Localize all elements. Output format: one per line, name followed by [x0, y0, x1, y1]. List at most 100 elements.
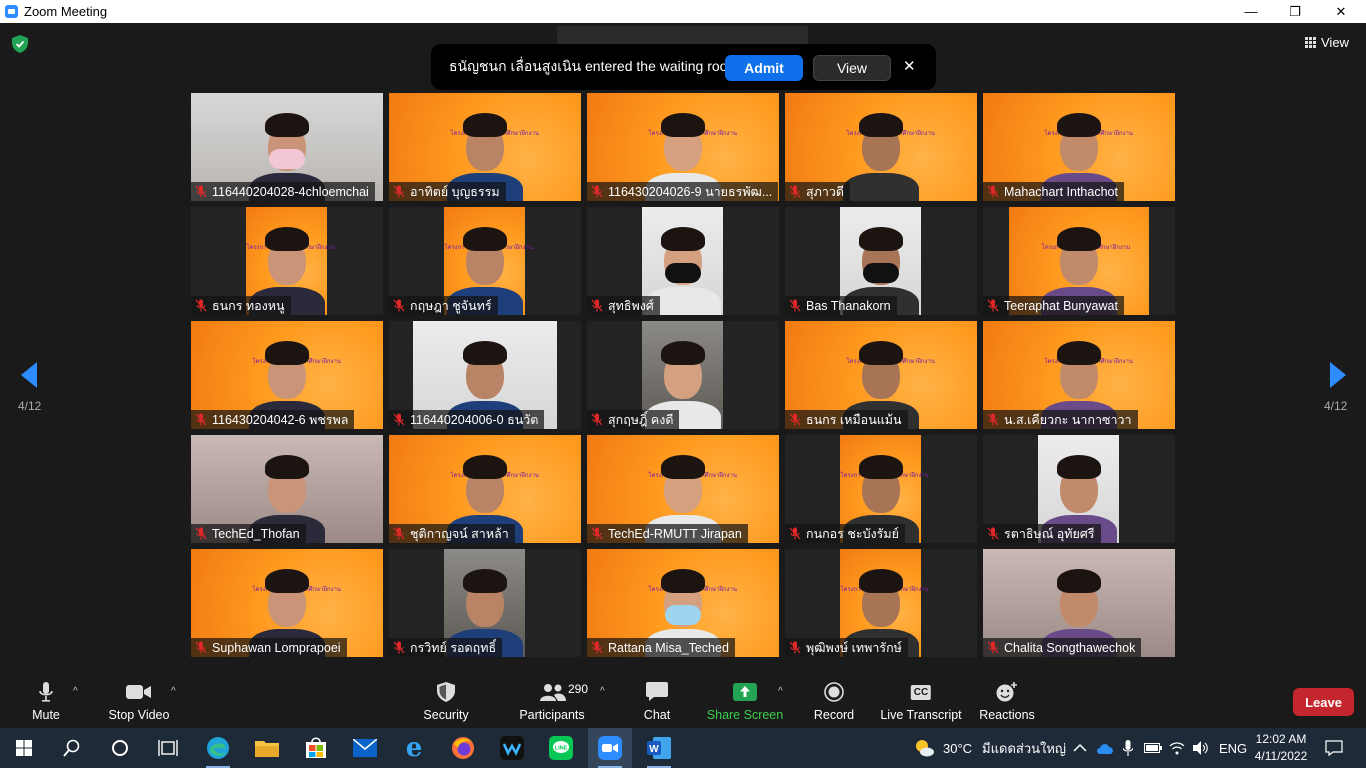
volume-icon[interactable]	[1193, 728, 1209, 768]
participant-name-bar: Chalita Songthawechok	[983, 638, 1142, 657]
reactions-button[interactable]: Reactions	[979, 676, 1035, 728]
participant-name-bar: สุกฤษฎิ์ คงดี	[587, 410, 680, 429]
battery-icon[interactable]	[1144, 728, 1162, 768]
edge-browser-icon[interactable]	[196, 728, 240, 768]
view-button[interactable]: View	[1305, 35, 1349, 50]
chat-button[interactable]: Chat	[641, 676, 673, 728]
participant-name-bar: รตาธิษณ์ อุทัยศรี	[983, 524, 1101, 543]
participant-tile[interactable]: โครงการปฐมนิเทศนักศึกษาฝึกงานธนกร เหมือน…	[785, 321, 977, 429]
participant-tile[interactable]: โครงการปฐมนิเทศนักศึกษาฝึกงานกฤษฎา ชูจัน…	[389, 207, 581, 315]
view-waiting-room-button[interactable]: View	[813, 55, 891, 81]
participant-tile[interactable]: กรวิทย์ รอดฤทธิ์	[389, 549, 581, 657]
participant-name-bar: Mahachart Inthachot	[983, 182, 1124, 201]
admit-button[interactable]: Admit	[725, 55, 803, 81]
internet-explorer-icon[interactable]: e	[392, 728, 436, 768]
firefox-icon[interactable]	[441, 728, 485, 768]
participant-tile[interactable]: สุทธิพงศ์	[587, 207, 779, 315]
video-options-caret-icon[interactable]: ^	[171, 686, 176, 697]
file-explorer-icon[interactable]	[245, 728, 289, 768]
participant-tile[interactable]: โครงการปฐมนิเทศนักศึกษาฝึกงานสุภาวดี	[785, 93, 977, 201]
next-page-arrow-icon[interactable]	[1328, 360, 1348, 390]
windows-start-icon[interactable]	[2, 728, 46, 768]
muted-microphone-icon	[987, 413, 999, 426]
task-view-icon[interactable]	[146, 728, 190, 768]
search-icon[interactable]	[50, 728, 94, 768]
zoom-taskbar-icon[interactable]	[588, 728, 632, 768]
face-mask	[665, 605, 701, 625]
participant-hair	[859, 341, 903, 365]
leave-meeting-button[interactable]: Leave	[1293, 688, 1354, 716]
word-icon[interactable]: W	[637, 728, 681, 768]
participant-tile[interactable]: โครงการปฐมนิเทศนักศึกษาฝึกงานธนกร ทองหนู	[191, 207, 383, 315]
participant-tile[interactable]: โครงการปฐมนิเทศนักศึกษาฝึกงานชุติกาญจน์ …	[389, 435, 581, 543]
participant-tile[interactable]: 116440204006-0 ธนวัต	[389, 321, 581, 429]
participant-tile[interactable]: Chalita Songthawechok	[983, 549, 1175, 657]
participant-hair	[265, 455, 309, 479]
muted-microphone-icon	[789, 527, 801, 540]
live-transcript-button[interactable]: CC Live Transcript	[880, 676, 962, 728]
participant-tile[interactable]: โครงการปฐมนิเทศนักศึกษาฝึกงาน11643020404…	[191, 321, 383, 429]
participants-options-caret-icon[interactable]: ^	[600, 686, 605, 697]
participant-tile[interactable]: TechEd_Thofan	[191, 435, 383, 543]
audio-options-caret-icon[interactable]: ^	[73, 686, 78, 697]
weather-widget[interactable]: 30°C มีแดดส่วนใหญ่	[913, 728, 1066, 768]
participant-tile[interactable]: Bas Thanakorn	[785, 207, 977, 315]
participant-tile[interactable]: โครงการปฐมนิเทศนักศึกษาฝึกงานTeeraphat B…	[983, 207, 1175, 315]
participant-tile[interactable]: 116440204028-4chloemchai	[191, 93, 383, 201]
participant-tile[interactable]: โครงการปฐมนิเทศนักศึกษาฝึกงานSuphawan Lo…	[191, 549, 383, 657]
mute-button[interactable]: Mute	[28, 676, 64, 728]
participant-tile[interactable]: สุกฤษฎิ์ คงดี	[587, 321, 779, 429]
close-notification-icon[interactable]: ✕	[903, 57, 916, 75]
share-options-caret-icon[interactable]: ^	[778, 686, 783, 697]
microsoft-store-icon[interactable]	[294, 728, 338, 768]
stop-video-button[interactable]: Stop Video	[105, 676, 173, 728]
show-hidden-icons-chevron-icon[interactable]	[1073, 728, 1087, 768]
participant-hair	[1057, 113, 1101, 137]
encryption-shield-icon[interactable]	[12, 35, 28, 53]
close-window-button[interactable]: ✕	[1318, 0, 1364, 23]
record-button[interactable]: Record	[813, 676, 855, 728]
participant-tile[interactable]: โครงการปฐมนิเทศนักศึกษาฝึกงานอาทิตย์ บุญ…	[389, 93, 581, 201]
previous-page-arrow-icon[interactable]	[19, 360, 39, 390]
participant-hair	[265, 569, 309, 593]
line-app-icon[interactable]: LINE	[539, 728, 583, 768]
participant-name: พุฒิพงษ์ เทพารักษ์	[806, 640, 902, 655]
participant-tile[interactable]: โครงการปฐมนิเทศนักศึกษาฝึกงานพุฒิพงษ์ เท…	[785, 549, 977, 657]
face-mask	[862, 263, 899, 283]
participant-name: ธนกร ทองหนู	[212, 298, 285, 313]
participant-hair	[462, 227, 507, 251]
muted-microphone-icon	[195, 641, 207, 654]
participant-tile[interactable]: โครงการปฐมนิเทศนักศึกษาฝึกงานRattana Mis…	[587, 549, 779, 657]
input-language-indicator[interactable]: ENG	[1219, 728, 1247, 768]
muted-microphone-icon	[987, 641, 999, 654]
participant-name: Teeraphat Bunyawat	[1004, 298, 1118, 313]
muted-microphone-icon	[393, 299, 405, 312]
microphone-tray-icon[interactable]	[1123, 728, 1133, 768]
participant-tile[interactable]: โครงการปฐมนิเทศนักศึกษาฝึกงานMahachart I…	[983, 93, 1175, 201]
participant-name: 116430204042-6 พชรพล	[212, 412, 349, 427]
security-label: Security	[423, 708, 469, 722]
wifi-icon[interactable]	[1169, 728, 1185, 768]
notifications-icon[interactable]	[1325, 728, 1343, 768]
restore-button[interactable]: ❐	[1272, 0, 1318, 23]
participant-tile[interactable]: รตาธิษณ์ อุทัยศรี	[983, 435, 1175, 543]
minimize-button[interactable]: —	[1228, 0, 1274, 23]
participant-tile[interactable]: โครงการปฐมนิเทศนักศึกษาฝึกงาน11643020402…	[587, 93, 779, 201]
system-clock[interactable]: 12:02 AM 4/11/2022	[1253, 731, 1309, 765]
mail-icon[interactable]	[343, 728, 387, 768]
onedrive-cloud-icon[interactable]	[1096, 728, 1114, 768]
participant-name-bar: TechEd-RMUTT Jirapan	[587, 524, 748, 543]
muted-microphone-icon	[195, 413, 207, 426]
webex-icon[interactable]	[490, 728, 534, 768]
participant-name-bar: สุภาวดี	[785, 182, 851, 201]
share-screen-button[interactable]: Share Screen	[707, 676, 783, 728]
participant-tile[interactable]: โครงการปฐมนิเทศนักศึกษาฝึกงานTechEd-RMUT…	[587, 435, 779, 543]
participant-name: ธนกร เหมือนแม้น	[806, 412, 902, 427]
weather-description: มีแดดส่วนใหญ่	[982, 740, 1066, 756]
participant-tile[interactable]: โครงการปฐมนิเทศนักศึกษาฝึกงานกนกอร ชะบัง…	[785, 435, 977, 543]
cortana-icon[interactable]	[98, 728, 142, 768]
security-button[interactable]: Security	[423, 676, 469, 728]
muted-microphone-icon	[591, 527, 603, 540]
participant-tile[interactable]: โครงการปฐมนิเทศนักศึกษาฝึกงานน.ส.เคียวกะ…	[983, 321, 1175, 429]
muted-microphone-icon	[591, 413, 603, 426]
